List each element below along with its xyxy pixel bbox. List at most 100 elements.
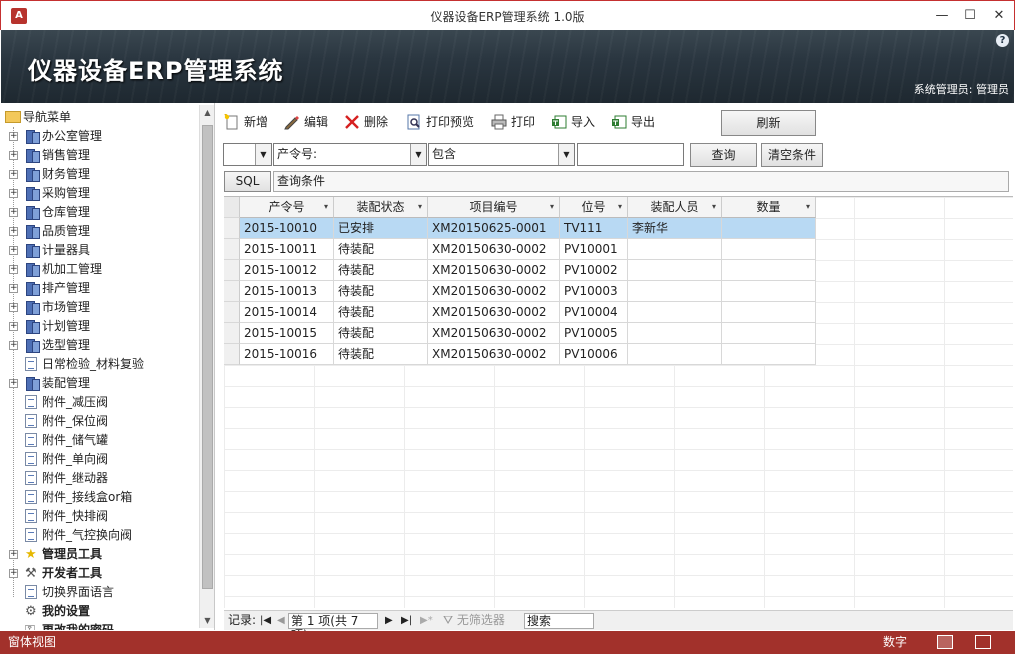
expand-icon[interactable]: +	[9, 550, 18, 559]
import-button[interactable]: 导入	[551, 112, 595, 132]
help-icon[interactable]: ?	[996, 34, 1009, 47]
row-selector[interactable]	[224, 260, 240, 281]
sort-filter-icon[interactable]: ▾	[806, 197, 810, 217]
table-cell[interactable]: 待装配	[334, 344, 428, 365]
table-cell[interactable]: 待装配	[334, 323, 428, 344]
last-record-icon[interactable]: ▶|	[401, 611, 412, 630]
expand-icon[interactable]: +	[9, 569, 18, 578]
clear-conditions-button[interactable]: 清空条件	[761, 143, 823, 167]
table-cell[interactable]: PV10006	[560, 344, 628, 365]
form-view-icon[interactable]	[937, 635, 953, 649]
maximize-button[interactable]: ☐	[959, 5, 981, 27]
table-cell[interactable]: PV10002	[560, 260, 628, 281]
sql-button[interactable]: SQL	[224, 171, 271, 192]
table-cell[interactable]	[722, 323, 816, 344]
expand-icon[interactable]: +	[9, 208, 18, 217]
close-button[interactable]: ✕	[988, 5, 1010, 27]
edit-button[interactable]: 编辑	[284, 112, 328, 132]
table-cell[interactable]: PV10003	[560, 281, 628, 302]
field-selector[interactable]: ▼	[223, 143, 272, 166]
sort-filter-icon[interactable]: ▾	[712, 197, 716, 217]
expand-icon[interactable]: +	[9, 227, 18, 236]
table-cell[interactable]	[722, 260, 816, 281]
column-header[interactable]: 项目编号 ▾	[428, 197, 560, 218]
row-selector[interactable]	[224, 281, 240, 302]
expand-icon[interactable]: +	[9, 151, 18, 160]
column-header[interactable]: 装配人员 ▾	[628, 197, 722, 218]
previous-record-icon[interactable]: ◀	[277, 611, 285, 630]
table-cell[interactable]: 待装配	[334, 281, 428, 302]
table-cell[interactable]: XM20150630-0002	[428, 323, 560, 344]
expand-icon[interactable]: +	[9, 189, 18, 198]
table-cell[interactable]: 待装配	[334, 302, 428, 323]
operator-dropdown[interactable]: 包含 ▼	[428, 143, 575, 166]
table-cell[interactable]: 李新华	[628, 218, 722, 239]
minimize-button[interactable]: —	[931, 5, 953, 27]
expand-icon[interactable]: +	[9, 341, 18, 350]
table-cell[interactable]: XM20150630-0002	[428, 260, 560, 281]
row-selector[interactable]	[224, 302, 240, 323]
row-selector[interactable]	[224, 218, 240, 239]
chevron-down-icon[interactable]: ▼	[255, 144, 271, 165]
table-cell[interactable]: 2015-10016	[240, 344, 334, 365]
expand-icon[interactable]: +	[9, 322, 18, 331]
table-cell[interactable]	[722, 239, 816, 260]
column-header[interactable]: 位号 ▾	[560, 197, 628, 218]
expand-icon[interactable]: +	[9, 303, 18, 312]
expand-icon[interactable]: +	[9, 246, 18, 255]
scroll-down-icon[interactable]: ▼	[200, 613, 215, 628]
table-cell[interactable]	[628, 302, 722, 323]
field-name-dropdown[interactable]: 产令号: ▼	[273, 143, 427, 166]
table-cell[interactable]: 2015-10015	[240, 323, 334, 344]
column-header[interactable]: 产令号 ▾	[240, 197, 334, 218]
record-position[interactable]: 第 1 项(共 7 项)	[288, 613, 378, 642]
table-cell[interactable]: XM20150630-0002	[428, 302, 560, 323]
expand-icon[interactable]: +	[9, 265, 18, 274]
scroll-up-icon[interactable]: ▲	[200, 105, 215, 120]
sort-filter-icon[interactable]: ▾	[618, 197, 622, 217]
expand-icon[interactable]: +	[9, 379, 18, 388]
table-cell[interactable]: PV10001	[560, 239, 628, 260]
table-cell[interactable]	[628, 260, 722, 281]
refresh-button[interactable]: 刷新	[721, 110, 816, 136]
table-cell[interactable]: 待装配	[334, 239, 428, 260]
column-header[interactable]: 装配状态 ▾	[334, 197, 428, 218]
table-cell[interactable]	[628, 239, 722, 260]
table-cell[interactable]	[722, 218, 816, 239]
next-record-icon[interactable]: ▶	[385, 611, 393, 630]
table-cell[interactable]: XM20150630-0002	[428, 281, 560, 302]
delete-button[interactable]: 删除	[344, 112, 388, 132]
no-filter-indicator[interactable]: ⛛ 无筛选器	[443, 611, 505, 630]
table-cell[interactable]	[628, 344, 722, 365]
filter-value-input[interactable]	[577, 143, 684, 166]
chevron-down-icon[interactable]: ▼	[558, 144, 574, 165]
search-input[interactable]: 搜索	[524, 613, 594, 629]
table-cell[interactable]: 2015-10010	[240, 218, 334, 239]
table-cell[interactable]: PV10004	[560, 302, 628, 323]
table-cell[interactable]: TV111	[560, 218, 628, 239]
table-cell[interactable]: 2015-10014	[240, 302, 334, 323]
row-selector[interactable]	[224, 344, 240, 365]
table-cell[interactable]	[722, 344, 816, 365]
nav-scrollbar[interactable]: ▲ ▼	[199, 105, 214, 628]
sort-filter-icon[interactable]: ▾	[324, 197, 328, 217]
sort-filter-icon[interactable]: ▾	[550, 197, 554, 217]
table-cell[interactable]: 2015-10013	[240, 281, 334, 302]
first-record-icon[interactable]: |◀	[260, 611, 271, 630]
select-all-corner[interactable]	[224, 197, 240, 218]
print-preview-button[interactable]: 打印预览	[406, 112, 474, 132]
table-cell[interactable]: 待装配	[334, 260, 428, 281]
table-cell[interactable]	[628, 281, 722, 302]
table-cell[interactable]: XM20150625-0001	[428, 218, 560, 239]
table-cell[interactable]: XM20150630-0002	[428, 344, 560, 365]
query-condition-field[interactable]: 查询条件	[273, 171, 1009, 192]
expand-icon[interactable]: +	[9, 132, 18, 141]
table-cell[interactable]	[628, 323, 722, 344]
expand-icon[interactable]: +	[9, 284, 18, 293]
datasheet-view-icon[interactable]	[975, 635, 991, 649]
table-cell[interactable]: 2015-10011	[240, 239, 334, 260]
export-button[interactable]: 导出	[611, 112, 655, 132]
print-button[interactable]: 打印	[491, 112, 535, 132]
sort-filter-icon[interactable]: ▾	[418, 197, 422, 217]
table-cell[interactable]: 2015-10012	[240, 260, 334, 281]
